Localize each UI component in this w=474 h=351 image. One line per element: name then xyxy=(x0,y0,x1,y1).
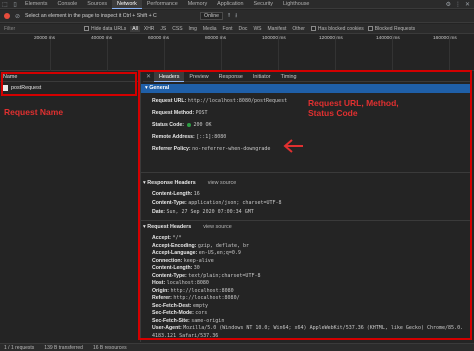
tab-lighthouse[interactable]: Lighthouse xyxy=(278,0,314,9)
resources-size: 16 B resources xyxy=(92,345,127,351)
tab-security[interactable]: Security xyxy=(249,0,278,9)
general-annotation: Request URL, Method, Status Code xyxy=(308,98,399,118)
type-filter-js[interactable]: JS xyxy=(158,26,168,32)
hide-data-urls-checkbox[interactable]: Hide data URLs xyxy=(84,26,126,32)
has-blocked-cookies-checkbox[interactable]: Has blocked cookies xyxy=(310,26,364,32)
tab-memory[interactable]: Memory xyxy=(183,0,212,9)
tab-application[interactable]: Application xyxy=(212,0,248,9)
type-filter-ws[interactable]: WS xyxy=(251,26,263,32)
type-filter-other[interactable]: Other xyxy=(290,26,307,32)
device-toolbar-icon[interactable]: ▯ xyxy=(10,0,20,9)
throttle-select[interactable]: Online xyxy=(200,12,224,20)
more-icon[interactable]: ⋮ xyxy=(455,1,461,8)
record-icon[interactable] xyxy=(4,13,10,19)
filter-bar: Filter Hide data URLs All XHR JS CSS Img Medi… xyxy=(0,24,474,34)
transferred-size: 139 B transferred xyxy=(44,345,83,351)
detail-highlight xyxy=(138,70,472,340)
tab-console[interactable]: Console xyxy=(52,0,82,9)
type-filter-img[interactable]: Img xyxy=(187,26,199,32)
annotation-arrow-icon xyxy=(283,139,303,153)
request-name-annotation: Request Name xyxy=(4,107,64,117)
requests-count: 1 / 1 requests xyxy=(4,345,35,351)
timeline-tick-label: 140000 ms xyxy=(376,36,400,41)
type-filter-doc[interactable]: Doc xyxy=(237,26,250,32)
timeline-tick-label: 120000 ms xyxy=(319,36,343,41)
timeline-tick-label: 60000 ms xyxy=(148,36,170,41)
overview-timeline[interactable]: 20000 ms 40000 ms 60000 ms 80000 ms 100000 m… xyxy=(0,35,474,71)
upload-icon[interactable]: ⭱ xyxy=(228,11,230,21)
network-toolbar: ⊘ Select an element in the page to inspe… xyxy=(0,10,474,23)
panel-tabs: Elements Console Sources Network Performance… xyxy=(20,0,314,9)
close-icon[interactable]: ✕ xyxy=(465,1,470,8)
filter-input[interactable]: Filter xyxy=(4,25,80,33)
devtools-tab-bar: ⬚ ▯ Elements Console Sources Network Perform… xyxy=(0,0,474,9)
download-icon[interactable]: ⭳ xyxy=(235,11,237,21)
tab-performance[interactable]: Performance xyxy=(142,0,183,9)
type-filter-font[interactable]: Font xyxy=(221,26,235,32)
inspect-icon[interactable]: ⬚ xyxy=(0,0,10,9)
request-name-highlight xyxy=(1,72,137,96)
tab-sources[interactable]: Sources xyxy=(82,0,112,9)
timeline-tick-label: 80000 ms xyxy=(205,36,227,41)
type-filter-manifest[interactable]: Manifest xyxy=(266,26,289,32)
timeline-tick-label: 160000 ms xyxy=(433,36,457,41)
type-filters: All XHR JS CSS Img Media Font Doc WS Manifest Othe… xyxy=(130,25,307,32)
type-filter-media[interactable]: Media xyxy=(201,26,219,32)
type-filter-css[interactable]: CSS xyxy=(170,26,184,32)
tab-network[interactable]: Network xyxy=(112,0,142,9)
status-bar: 1 / 1 requests 139 B transferred 16 B re… xyxy=(0,343,474,351)
inspect-tooltip: Select an element in the page to inspect… xyxy=(25,13,157,19)
tab-elements[interactable]: Elements xyxy=(20,0,52,9)
timeline-tick-label: 100000 ms xyxy=(262,36,286,41)
clear-icon[interactable]: ⊘ xyxy=(15,13,20,20)
timeline-tick-label: 20000 ms xyxy=(34,36,56,41)
blocked-requests-checkbox[interactable]: Blocked Requests xyxy=(367,26,415,32)
type-filter-xhr[interactable]: XHR xyxy=(142,26,157,32)
settings-icon[interactable]: ⚙ xyxy=(446,1,451,8)
timeline-tick-label: 40000 ms xyxy=(91,36,113,41)
type-filter-all[interactable]: All xyxy=(130,25,140,32)
